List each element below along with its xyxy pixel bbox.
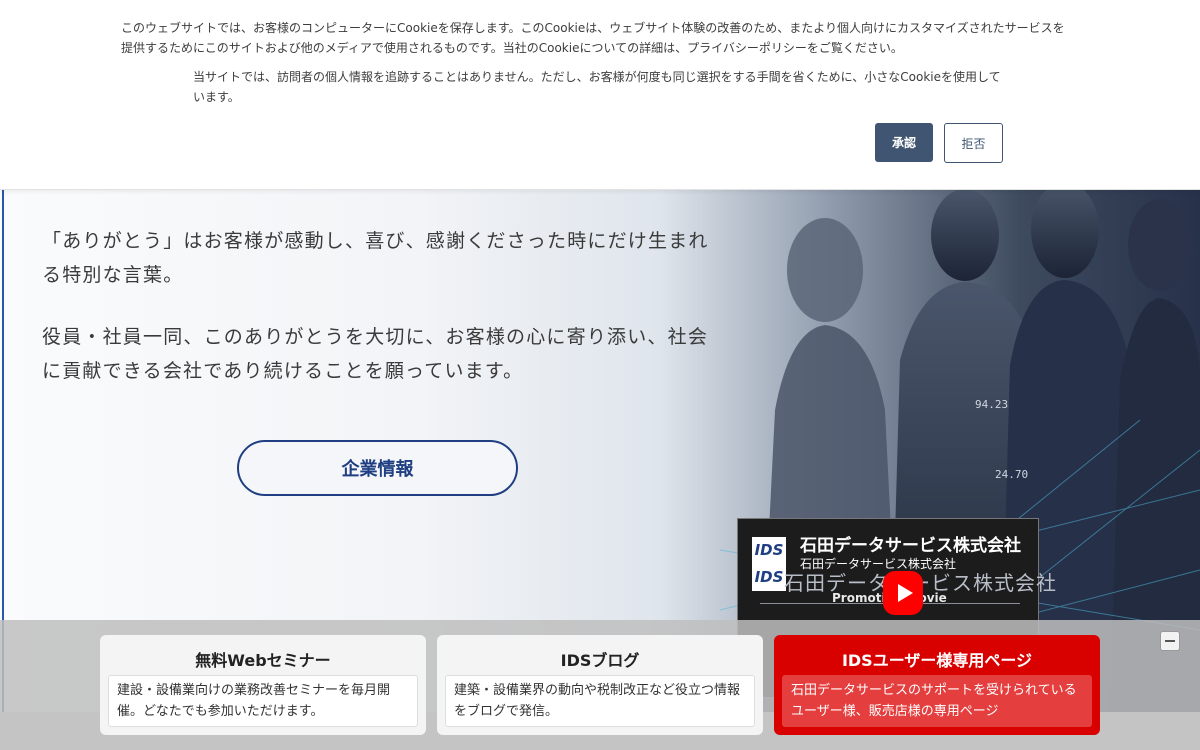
card-description: 石田データサービスのサポートを受けられているユーザー様、販売店様の専用ページ: [782, 675, 1092, 727]
minus-icon: [1165, 640, 1175, 642]
cookie-consent-banner: このウェブサイトでは、お客様のコンピューターにCookieを保存します。このCo…: [0, 0, 1200, 190]
logo-text-top: IDS: [754, 541, 784, 559]
youtube-play-icon[interactable]: [883, 571, 923, 615]
card-description: 建設・設備業向けの業務改善セミナーを毎月開催。どなたでも参加いただけます。: [108, 675, 418, 727]
ids-logo: IDS IDS: [752, 537, 786, 591]
hero-paragraph-1: 「ありがとう」はお客様が感動し、喜び、感謝くださった時にだけ生まれる特別な言葉。: [42, 230, 709, 286]
card-description: 建築・設備業界の動向や税制改正など役立つ情報をブログで発信。: [445, 675, 755, 727]
hero-message: 「ありがとう」はお客様が感動し、喜び、感謝くださった時にだけ生まれる特別な言葉。…: [42, 224, 722, 388]
webinar-card[interactable]: 無料Webセミナー 建設・設備業向けの業務改善セミナーを毎月開催。どなたでも参加…: [100, 635, 426, 735]
logo-text-bottom: IDS: [754, 568, 784, 586]
hero-paragraph-2: 役員・社員一同、このありがとうを大切に、お客様の心に寄り添い、社会に貢献できる会…: [42, 326, 709, 382]
video-title[interactable]: 石田データサービス株式会社: [800, 531, 1021, 556]
cookie-notice-text: このウェブサイトでは、お客様のコンピューターにCookieを保存します。このCo…: [121, 21, 1065, 55]
blog-card[interactable]: IDSブログ 建築・設備業界の動向や税制改正など役立つ情報をブログで発信。: [437, 635, 763, 735]
reject-cookies-button[interactable]: 拒否: [944, 123, 1003, 163]
overlay-number: 24.70: [995, 468, 1028, 481]
accept-cookies-button[interactable]: 承認: [875, 123, 933, 162]
overlay-number: 94.23: [975, 398, 1008, 411]
cookie-tracking-text: 当サイトでは、訪問者の個人情報を追跡することはありません。ただし、お客様が何度も…: [193, 70, 1001, 104]
card-title: IDSブログ: [560, 651, 640, 670]
collapse-bar-button[interactable]: [1160, 631, 1180, 651]
company-info-button[interactable]: 企業情報: [237, 440, 518, 496]
card-title: 無料Webセミナー: [195, 651, 331, 670]
card-title: IDSユーザー様専用ページ: [841, 651, 1033, 670]
user-page-card[interactable]: IDSユーザー様専用ページ 石田データサービスのサポートを受けられているユーザー…: [774, 635, 1100, 735]
